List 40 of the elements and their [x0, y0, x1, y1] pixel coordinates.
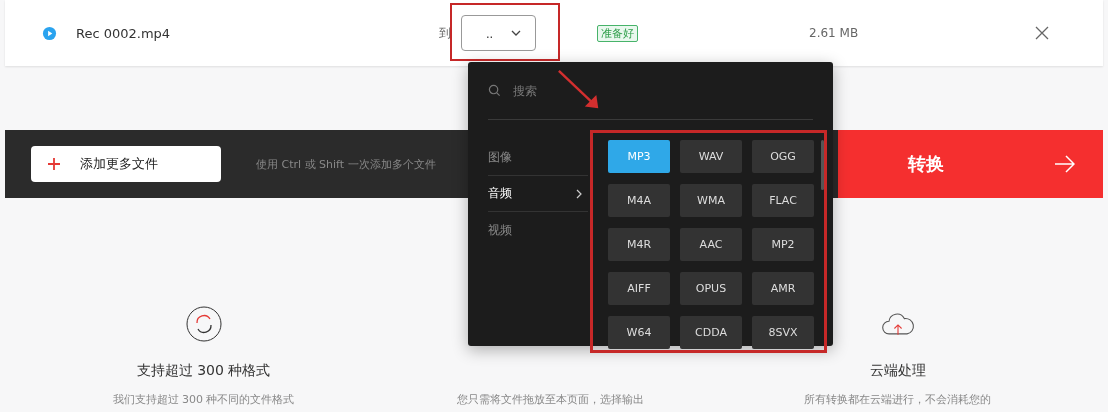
refresh-icon [185, 306, 222, 342]
format-option[interactable]: AMR [752, 272, 814, 305]
format-option[interactable]: OGG [752, 140, 814, 173]
caret-icon [511, 30, 521, 36]
format-option[interactable]: 8SVX [752, 316, 814, 349]
format-option[interactable]: M4R [608, 228, 670, 261]
format-option[interactable]: WMA [680, 184, 742, 217]
format-select[interactable]: .. [461, 15, 536, 51]
feature-title: 云端处理 [869, 362, 926, 380]
to-label: 到 [439, 24, 451, 42]
arrow-right-icon [1055, 155, 1075, 173]
feature-title: 支持超过 300 种格式 [136, 362, 271, 380]
format-option[interactable]: FLAC [752, 184, 814, 217]
format-option[interactable]: CDDA [680, 316, 742, 349]
hint-text: 使用 Ctrl 或 Shift 一次添加多个文件 [256, 156, 436, 172]
format-option[interactable]: W64 [608, 316, 670, 349]
file-size: 2.61 MB [809, 26, 859, 40]
add-files-button[interactable]: 添加更多文件 [31, 146, 221, 182]
format-option[interactable]: M4A [608, 184, 670, 217]
convert-button[interactable]: 转换 [838, 130, 1103, 198]
feature-description: 所有转换都在云端进行，不会消耗您的 [804, 392, 991, 407]
category-item[interactable]: 音频 [488, 176, 588, 212]
format-option[interactable]: MP2 [752, 228, 814, 261]
status-badge: 准备好 [597, 24, 638, 42]
category-item[interactable]: 图像 [488, 140, 588, 176]
file-name: Rec 0002.mp4 [76, 25, 172, 41]
format-option[interactable]: OPUS [680, 272, 742, 305]
format-option[interactable]: AAC [680, 228, 742, 261]
feature-description: 您只需将文件拖放至本页面，选择输出 [457, 392, 644, 407]
scrollbar-thumb[interactable] [821, 140, 824, 190]
chevron-right-icon [576, 188, 582, 199]
search-field[interactable]: 搜索 [511, 82, 635, 99]
search-icon [488, 84, 501, 97]
format-option[interactable]: WAV [680, 140, 742, 173]
plus-icon [48, 158, 60, 170]
format-option[interactable]: AIFF [608, 272, 670, 305]
category-item[interactable]: 视频 [488, 212, 588, 248]
play-icon [42, 25, 57, 41]
close-icon[interactable] [1035, 26, 1050, 40]
feature-description: 我们支持超过 300 种不同的文件格式 [112, 392, 295, 407]
